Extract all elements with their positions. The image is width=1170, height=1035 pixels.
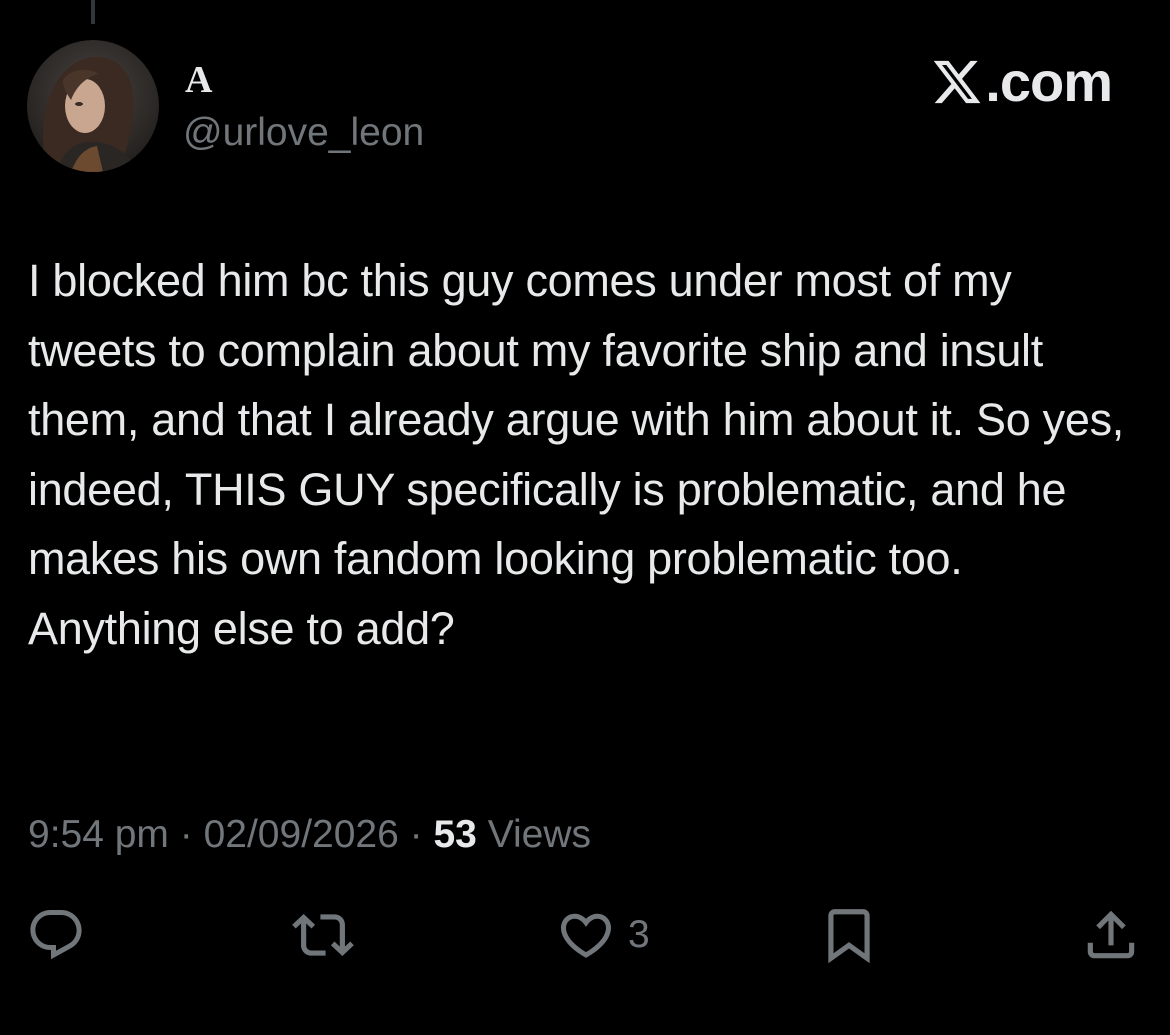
views-count[interactable]: 53 bbox=[433, 813, 476, 856]
reply-icon bbox=[30, 910, 82, 960]
brand-domain-text: .com bbox=[985, 50, 1113, 113]
tweet-date[interactable]: 02/09/2026 bbox=[204, 813, 399, 856]
author-handle[interactable]: @urlove_leon bbox=[183, 110, 424, 156]
x-logo-icon bbox=[934, 60, 981, 104]
tweet-text: I blocked him bc this guy comes under mo… bbox=[28, 255, 1137, 654]
like-count: 3 bbox=[628, 913, 650, 956]
bookmark-button[interactable] bbox=[818, 900, 880, 970]
views-label[interactable]: Views bbox=[477, 813, 591, 856]
bookmark-icon bbox=[828, 909, 870, 964]
tweet-time[interactable]: 9:54 pm bbox=[28, 813, 169, 856]
x-com-watermark: .com bbox=[931, 50, 1113, 113]
heart-icon bbox=[560, 913, 612, 958]
retweet-button[interactable] bbox=[292, 900, 354, 970]
thread-connector-line bbox=[91, 0, 95, 24]
meta-separator: · bbox=[398, 813, 434, 856]
reply-button[interactable] bbox=[26, 900, 86, 970]
share-icon bbox=[1087, 910, 1135, 959]
avatar-image bbox=[27, 40, 159, 172]
retweet-icon bbox=[292, 914, 354, 956]
avatar[interactable] bbox=[27, 40, 159, 172]
share-button[interactable] bbox=[1080, 900, 1142, 970]
tweet-actions-bar: 3 bbox=[0, 900, 1170, 970]
meta-separator: · bbox=[168, 813, 204, 856]
author-display-name[interactable]: A bbox=[185, 58, 212, 102]
tweet-meta: 9:54 pm · 02/09/2026 · 53 Views bbox=[28, 812, 591, 858]
like-button[interactable]: 3 bbox=[556, 900, 650, 970]
